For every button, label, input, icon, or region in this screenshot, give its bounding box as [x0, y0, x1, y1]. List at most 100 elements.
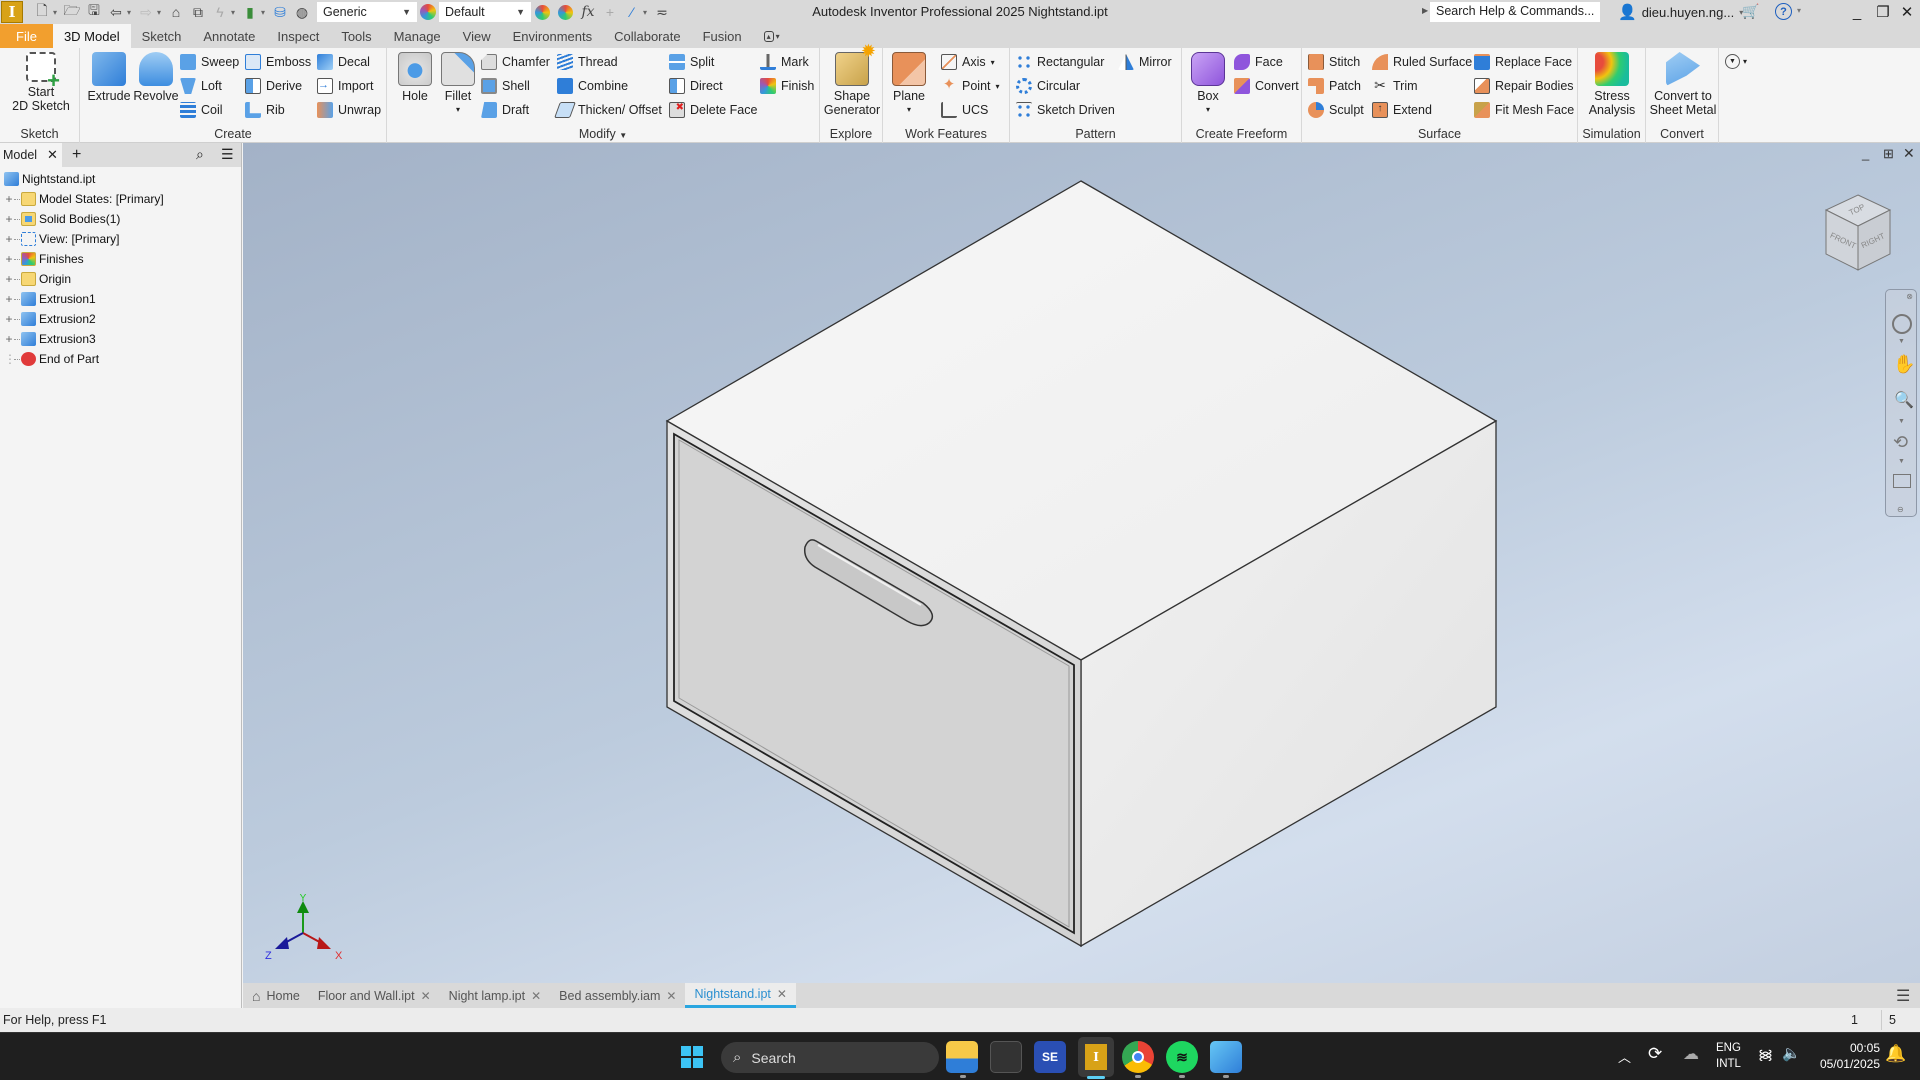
clock[interactable]: 00:05 05/01/2025	[1810, 1040, 1880, 1072]
new-dropdown-icon[interactable]: ▾	[53, 8, 61, 17]
trim-button[interactable]: ✂ Trim	[1372, 76, 1417, 96]
language-indicator[interactable]: ENG INTL	[1716, 1040, 1741, 1072]
face-freeform-button[interactable]: Face	[1234, 52, 1283, 72]
zoom-window-icon[interactable]: 🔍	[1894, 390, 1914, 410]
redo-icon[interactable]: ⇨	[135, 2, 157, 22]
viewport-close-icon[interactable]: ✕	[1903, 145, 1915, 162]
pan-hand-icon[interactable]: ✋	[1893, 354, 1915, 375]
panel-label-modify[interactable]: Modify ▼	[387, 127, 819, 141]
file-explorer-icon[interactable]	[946, 1041, 978, 1073]
expand-icon[interactable]: +	[4, 292, 14, 306]
save-icon[interactable]: 🖫	[83, 2, 105, 22]
graphics-viewport[interactable]: _ ⊞ ✕ TOP FRONT RIGHT ⊗ ▼ ✋ 🔍 ▼ ⟲ ▼ ⊖ Y …	[243, 143, 1920, 983]
chevron-down-icon[interactable]: ▼	[1898, 338, 1905, 345]
hole-button[interactable]: Hole	[393, 52, 437, 103]
unwrap-button[interactable]: Unwrap	[317, 100, 381, 120]
clear-appearance-icon[interactable]	[558, 4, 573, 20]
home-view-icon[interactable]: ⌂	[165, 2, 187, 22]
ribbon-display-options-button[interactable]: ▴ ▾	[753, 24, 791, 48]
tab-inspect[interactable]: Inspect	[266, 24, 330, 48]
new-file-icon[interactable]: 🗋	[31, 2, 53, 22]
sketch-driven-pattern-button[interactable]: Sketch Driven	[1016, 100, 1115, 120]
show-hidden-icons-chevron[interactable]: ︿	[1618, 1047, 1631, 1066]
help-dropdown-icon[interactable]: ▾	[1797, 6, 1801, 15]
derive-button[interactable]: Derive	[245, 76, 302, 96]
close-tab-icon[interactable]: ✕	[421, 989, 431, 1003]
tab-sketch[interactable]: Sketch	[131, 24, 193, 48]
tab-fusion[interactable]: Fusion	[692, 24, 753, 48]
select-dropdown-icon[interactable]: ▾	[261, 8, 269, 17]
decal-button[interactable]: Decal	[317, 52, 370, 72]
add-icon[interactable]: +	[599, 2, 621, 22]
photos-icon[interactable]	[1210, 1041, 1242, 1073]
mark-button[interactable]: Mark	[760, 52, 809, 72]
rectangular-pattern-button[interactable]: Rectangular	[1016, 52, 1104, 72]
fillet-button[interactable]: Fillet ▾	[435, 52, 481, 117]
sync-icon[interactable]: ⟳	[1648, 1044, 1662, 1064]
notification-bell-icon[interactable]: 🔔	[1885, 1044, 1906, 1064]
ribbon-overflow-button[interactable]: ▼ ▾	[1725, 54, 1747, 69]
shell-button[interactable]: Shell	[481, 76, 530, 96]
viewport-minimize-icon[interactable]: _	[1862, 146, 1869, 161]
extrude-button[interactable]: Extrude	[86, 52, 132, 103]
tree-node[interactable]: + View: [Primary]	[0, 229, 241, 249]
expand-icon[interactable]: +	[4, 312, 14, 326]
tree-node[interactable]: + Extrusion2	[0, 309, 241, 329]
properties-icon[interactable]: ⧉	[187, 2, 209, 22]
open-icon[interactable]: 🗁	[61, 2, 83, 22]
measure-dropdown-icon[interactable]: ▾	[643, 8, 651, 17]
document-tabs-menu-icon[interactable]: ☰	[1896, 986, 1910, 1006]
cloud-offline-icon[interactable]: ☁	[1683, 1044, 1699, 1064]
axis-button[interactable]: Axis ▾	[941, 52, 995, 72]
search-help-input[interactable]: Search Help & Commands...	[1430, 2, 1600, 22]
wifi-icon[interactable]: ᯼	[1758, 1045, 1773, 1064]
close-button[interactable]: ✕	[1892, 0, 1920, 24]
tab-environments[interactable]: Environments	[502, 24, 603, 48]
solid-edge-icon[interactable]: SE	[1034, 1041, 1066, 1073]
plane-button[interactable]: Plane ▾	[887, 52, 931, 117]
tree-node[interactable]: + Extrusion1	[0, 289, 241, 309]
repair-bodies-button[interactable]: Repair Bodies	[1474, 76, 1574, 96]
close-tab-icon[interactable]: ✕	[777, 987, 787, 1001]
delete-face-button[interactable]: ✖ Delete Face	[669, 100, 757, 120]
measure-icon[interactable]: ⁄	[621, 2, 643, 22]
update-icon[interactable]: ϟ	[209, 2, 231, 22]
doc-tab[interactable]: Nightstand.ipt ✕	[685, 983, 796, 1008]
loft-button[interactable]: Loft	[180, 76, 222, 96]
update-dropdown-icon[interactable]: ▾	[231, 8, 239, 17]
replace-face-button[interactable]: Replace Face	[1474, 52, 1572, 72]
nightstand-model[interactable]	[243, 143, 1920, 983]
tab-manage[interactable]: Manage	[383, 24, 452, 48]
viewcube[interactable]: TOP FRONT RIGHT	[1818, 190, 1898, 280]
tab-view[interactable]: View	[452, 24, 502, 48]
materials-icon[interactable]: ⛁	[269, 2, 291, 22]
tab-tools[interactable]: Tools	[330, 24, 382, 48]
volume-icon[interactable]: 🔈	[1782, 1044, 1801, 1062]
ucs-button[interactable]: UCS	[941, 100, 988, 120]
search-icon[interactable]: ⌕	[196, 146, 204, 163]
expand-icon[interactable]: +	[4, 192, 14, 206]
chevron-down-icon[interactable]: ▼	[1898, 418, 1905, 425]
fit-mesh-face-button[interactable]: Fit Mesh Face	[1474, 100, 1574, 120]
draft-button[interactable]: Draft	[481, 100, 529, 120]
spotify-icon[interactable]: ≋	[1166, 1041, 1198, 1073]
tree-node[interactable]: + Finishes	[0, 249, 241, 269]
stitch-button[interactable]: Stitch	[1308, 52, 1360, 72]
browser-tab-model[interactable]: Model ✕	[0, 143, 62, 167]
stress-analysis-button[interactable]: Stress Analysis	[1580, 52, 1644, 117]
point-button[interactable]: ✦ Point ▾	[941, 76, 1000, 96]
cart-icon[interactable]: 🛒	[1742, 3, 1759, 20]
appearance-combo[interactable]: Generic ▼	[317, 2, 417, 22]
import-button[interactable]: → Import	[317, 76, 373, 96]
undo-dropdown-icon[interactable]: ▾	[127, 8, 135, 17]
extend-button[interactable]: ↑ Extend	[1372, 100, 1432, 120]
look-at-icon[interactable]	[1893, 474, 1911, 488]
doc-tab[interactable]: Floor and Wall.ipt ✕	[309, 983, 440, 1008]
parameters-fx-icon[interactable]: fx	[577, 2, 599, 22]
start-2d-sketch-button[interactable]: + Start 2D Sketch	[6, 52, 76, 113]
chrome-icon[interactable]	[1122, 1041, 1154, 1073]
add-browser-tab-icon[interactable]: +	[72, 146, 81, 164]
customize-qat-icon[interactable]: ≂	[651, 2, 673, 22]
tab-collaborate[interactable]: Collaborate	[603, 24, 692, 48]
mirror-button[interactable]: Mirror	[1118, 52, 1172, 72]
